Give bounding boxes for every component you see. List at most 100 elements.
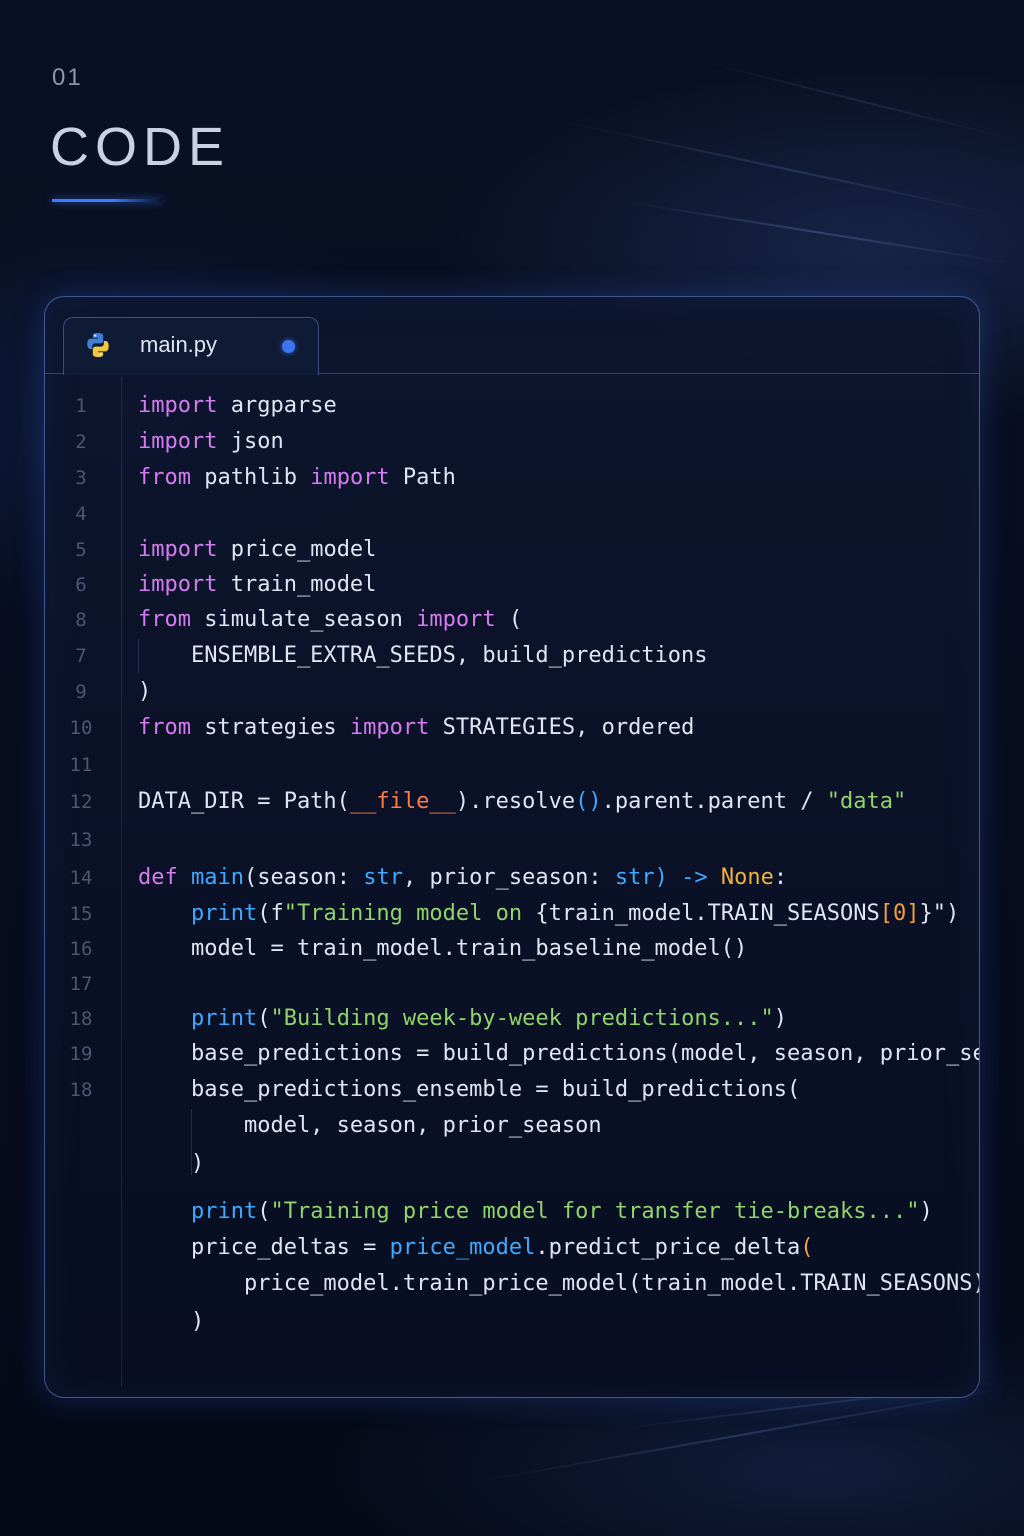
- code-token: .predict_price_delta: [535, 1235, 801, 1260]
- code-token: import: [310, 465, 390, 490]
- code-line: 15 print(f"Training model on {train_mode…: [45, 897, 979, 931]
- code-token: base_predictions = build_predictions(mod…: [138, 1041, 980, 1066]
- code-line: 18 print("Building week-by-week predicti…: [45, 1002, 979, 1036]
- code-token: (f: [257, 901, 284, 926]
- indent-guide: [191, 1109, 192, 1175]
- code-token: :: [773, 865, 788, 890]
- line-code: import argparse: [138, 389, 337, 423]
- code-line: print("Training price model for transfer…: [45, 1195, 979, 1229]
- background-streak: [619, 200, 1016, 265]
- line-code: model, season, prior_season: [138, 1109, 602, 1143]
- code-line: 11: [45, 748, 979, 782]
- code-line: 8 from simulate_season import (: [45, 603, 979, 637]
- code-line: 19 base_predictions = build_predictions(…: [45, 1037, 979, 1071]
- line-code: ): [138, 1305, 204, 1339]
- line-code: ): [138, 1147, 204, 1181]
- code-token: ): [138, 1309, 205, 1334]
- code-line: 3 from pathlib import Path: [45, 461, 979, 495]
- line-number: 1: [75, 395, 87, 417]
- line-code: print(f"Training model on {train_model.T…: [138, 897, 959, 931]
- code-line: 14 def main(season: str, prior_season: st…: [45, 861, 979, 895]
- code-token: print: [190, 1006, 258, 1031]
- line-number: 8: [75, 609, 87, 631]
- section-title: CODE: [50, 117, 231, 177]
- line-code: base_predictions = build_predictions(mod…: [138, 1037, 980, 1071]
- code-token: (season:: [243, 865, 364, 890]
- code-token: (: [257, 1199, 271, 1224]
- code-token: (): [575, 789, 602, 814]
- code-token: "Training model on: [283, 901, 536, 926]
- line-number: 5: [75, 539, 87, 561]
- code-token: json: [217, 429, 284, 454]
- code-token: Path: [389, 465, 456, 490]
- tab-main-py[interactable]: main.py: [63, 317, 319, 375]
- line-number: 10: [69, 717, 93, 739]
- code-token: , prior_season:: [402, 865, 615, 890]
- code-token: "Building week-by-week predictions...": [270, 1006, 774, 1031]
- code-token: price_model: [389, 1235, 536, 1260]
- line-number: 4: [75, 503, 87, 525]
- line-code: from strategies import STRATEGIES, order…: [138, 711, 694, 745]
- code-token: str: [363, 865, 403, 890]
- code-token: strategies: [190, 715, 350, 740]
- code-token: ): [919, 1199, 933, 1224]
- code-token: import: [138, 393, 218, 418]
- code-line: 5 import price_model: [45, 533, 979, 567]
- tab-filename: main.py: [140, 332, 218, 357]
- title-underline: [52, 199, 162, 202]
- code-token: None: [720, 865, 774, 890]
- line-code: def main(season: str, prior_season: str)…: [138, 861, 787, 895]
- code-token: __file__: [349, 789, 456, 814]
- line-code: model = train_model.train_baseline_model…: [138, 932, 747, 966]
- code-line: 12 DATA_DIR = Path(__file__).resolve().pa…: [45, 785, 979, 819]
- code-token: ) ->: [654, 865, 721, 890]
- code-token: train_model: [217, 572, 377, 597]
- code-line: 1 import argparse: [45, 389, 979, 423]
- code-line: 4: [45, 497, 979, 531]
- line-number: 3: [75, 467, 87, 489]
- code-token: price_model.train_price_model(train_mode…: [243, 1271, 980, 1296]
- code-line: 13: [45, 823, 979, 857]
- code-token: from: [138, 465, 191, 490]
- code-token: STRATEGIES, ordered: [429, 715, 695, 740]
- line-code: price_model.train_price_model(train_mode…: [138, 1267, 980, 1301]
- code-line: price_model.train_price_model(train_mode…: [45, 1267, 979, 1301]
- code-token: def: [138, 865, 178, 890]
- code-token: print: [190, 901, 258, 926]
- line-code: ): [138, 675, 151, 709]
- code-token: price_model: [217, 537, 377, 562]
- line-code: ENSEMBLE_EXTRA_SEEDS, build_predictions: [138, 639, 708, 673]
- code-token: (: [800, 1235, 814, 1260]
- line-code: from simulate_season import (: [138, 603, 522, 637]
- code-token: base_predictions_ensemble = build_predic…: [138, 1077, 801, 1102]
- line-code: DATA_DIR = Path(__file__).resolve().pare…: [138, 785, 906, 819]
- line-number: 18: [69, 1079, 93, 1101]
- line-number: 11: [69, 754, 93, 776]
- code-line: 17: [45, 967, 979, 1001]
- section-number: 01: [52, 64, 83, 91]
- code-token: (: [495, 607, 523, 632]
- code-token: simulate_season: [190, 607, 417, 632]
- line-number: 16: [69, 938, 93, 960]
- code-token: ENSEMBLE_EXTRA_SEEDS, build_predictions: [138, 643, 708, 668]
- code-line: 7 ENSEMBLE_EXTRA_SEEDS, build_prediction…: [45, 639, 979, 673]
- line-number: 6: [75, 574, 87, 596]
- code-line: 9): [45, 675, 979, 709]
- code-token: from: [138, 607, 191, 632]
- line-code: import json: [138, 425, 284, 459]
- code-line: 6 import train_model: [45, 568, 979, 602]
- line-code: print("Training price model for transfer…: [138, 1195, 933, 1229]
- line-number: 15: [69, 903, 93, 925]
- code-token: .parent.parent /: [601, 789, 827, 814]
- code-token: model = train_model.train_baseline_model…: [138, 936, 748, 961]
- line-number: 2: [75, 431, 87, 453]
- background-streak: [699, 60, 1021, 142]
- code-token: import: [416, 607, 496, 632]
- background-streak: [479, 1386, 1012, 1482]
- code-token: ): [138, 1151, 205, 1176]
- code-token: }"): [919, 901, 960, 926]
- code-token: ): [773, 1006, 788, 1031]
